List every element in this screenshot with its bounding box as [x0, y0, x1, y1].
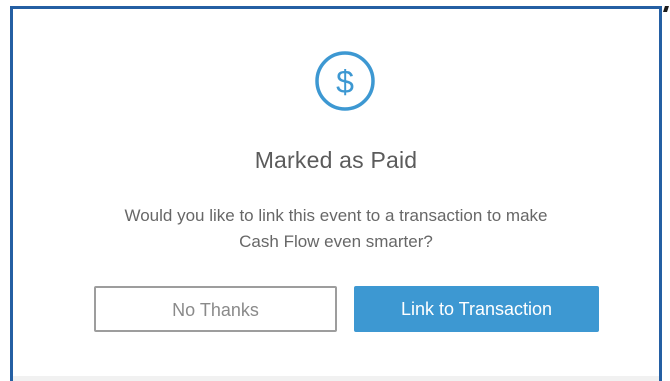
- corner-mark: [662, 4, 670, 14]
- dollar-glyph: $: [336, 64, 354, 100]
- dialog-title: Marked as Paid: [254, 147, 418, 173]
- dialog-message: Would you like to link this event to a t…: [124, 206, 548, 251]
- marked-as-paid-dialog: $ Marked as Paid Would you like to link …: [13, 9, 659, 376]
- dollar-circle-icon-svg: $: [315, 51, 375, 111]
- dollar-circle-icon: $: [314, 50, 376, 112]
- link-to-transaction-button[interactable]: Link to Transaction: [354, 286, 599, 332]
- no-thanks-button[interactable]: No Thanks: [94, 286, 337, 332]
- window-bottom-band: [13, 376, 659, 381]
- window-frame-right: [659, 6, 662, 381]
